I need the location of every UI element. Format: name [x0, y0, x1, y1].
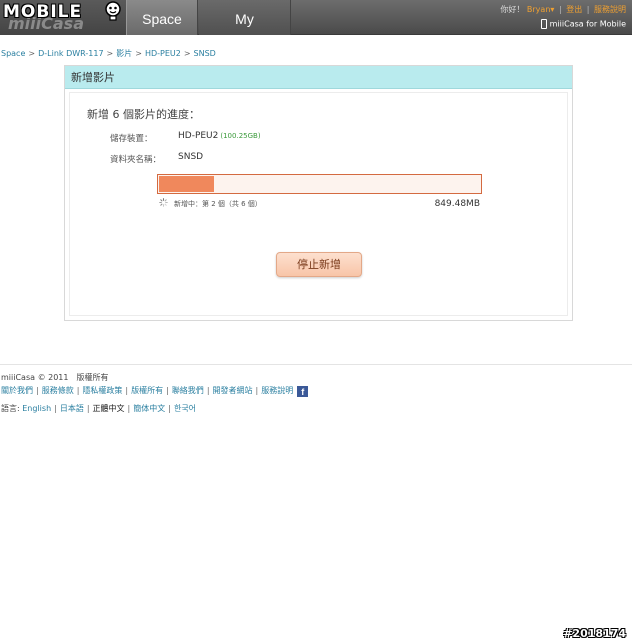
separator: |	[206, 386, 210, 395]
top-navigation-bar: miiiCasa MOBILE Space My Account 你好！ Bry…	[0, 0, 632, 65]
mobile-link[interactable]: miiiCasa for Mobile	[540, 19, 626, 29]
footer-divider	[0, 364, 632, 365]
separator: |	[125, 386, 129, 395]
footer-link-contact[interactable]: 聯絡我們	[172, 386, 204, 395]
footer-links: 關於我們 | 服務條款 | 隱私權政策 | 版權所有 | 聯絡我們 | 開發者網站 | 服務說明 f	[1, 385, 309, 397]
breadcrumb-videos[interactable]: 影片	[116, 49, 132, 58]
separator: |	[86, 404, 90, 413]
help-link[interactable]: 服務說明	[594, 5, 626, 14]
add-videos-panel: 新增影片 新增 6 個影片的進度： 儲存裝置： HD-PEU2 (100.25GB…	[64, 65, 573, 321]
panel-body	[69, 92, 568, 316]
progress-title: 新增 6 個影片的進度：	[87, 108, 200, 121]
folder-label: 資料夾名稱：	[110, 155, 162, 165]
logout-link[interactable]: 登出	[566, 5, 582, 14]
progress-status: 新增中：第 2 個（共 6 個）	[174, 200, 262, 208]
loading-spinner-icon	[159, 198, 168, 207]
caret-down-icon: ▾	[550, 5, 555, 14]
image-id-watermark: #2018174	[563, 627, 626, 640]
breadcrumb-separator: >	[106, 49, 114, 58]
breadcrumb-separator: >	[183, 49, 191, 58]
lang-traditional-chinese: 正體中文	[92, 404, 125, 413]
language-selector: 語言: English | 日本語 | 正體中文 | 簡体中文 | 한국어	[1, 403, 196, 414]
stop-adding-button[interactable]: 停止新增	[276, 252, 362, 277]
phone-icon	[540, 19, 547, 29]
lightbulb-icon	[105, 1, 121, 21]
tab-space[interactable]: Space	[126, 0, 198, 35]
device-label: 儲存裝置：	[110, 134, 153, 144]
progress-size: 849.48MB	[434, 199, 480, 209]
tab-my-account[interactable]: My Account	[199, 0, 291, 65]
separator: |	[36, 386, 39, 395]
user-menu[interactable]: Bryan▾	[527, 5, 555, 14]
footer-link-help[interactable]: 服務說明	[261, 386, 293, 395]
logo-area[interactable]: miiiCasa MOBILE	[0, 0, 126, 35]
separator: |	[166, 386, 169, 395]
breadcrumb-separator: >	[135, 49, 142, 58]
separator: |	[586, 5, 590, 14]
progress-bar-fill	[159, 176, 214, 192]
breadcrumb-space[interactable]: Space	[1, 49, 25, 58]
separator: |	[76, 386, 80, 395]
device-name: HD-PEU2	[178, 131, 219, 141]
breadcrumb-folder[interactable]: SNSD	[194, 49, 216, 58]
folder-value: SNSD	[178, 152, 204, 162]
footer-link-about[interactable]: 關於我們	[1, 386, 33, 395]
copyright: miiiCasa © 2011 版權所有	[1, 373, 109, 382]
device-capacity: (100.25GB)	[220, 132, 261, 140]
lang-japanese[interactable]: 日本語	[60, 404, 84, 413]
footer-link-terms[interactable]: 服務條款	[42, 386, 74, 395]
mobile-link-label: miiiCasa for Mobile	[549, 19, 626, 29]
panel-title: 新增影片	[65, 66, 572, 89]
breadcrumb-separator: >	[28, 49, 36, 58]
footer-link-developers[interactable]: 開發者網站	[213, 386, 253, 395]
tab-my-account-label: My Account	[219, 11, 270, 65]
facebook-icon[interactable]: f	[297, 386, 309, 397]
separator: |	[558, 5, 562, 14]
footer-link-privacy[interactable]: 隱私權政策	[82, 386, 122, 395]
tab-space-label: Space	[142, 11, 182, 27]
breadcrumb: Space > D-Link DWR-117 > 影片 > HD-PEU2 > SNSD	[1, 48, 216, 59]
mobile01-watermark: MOBILE	[3, 2, 83, 22]
username: Bryan	[526, 5, 551, 14]
user-bar: 你好！ Bryan▾ | 登出 | 服務說明	[500, 4, 626, 15]
separator: |	[255, 386, 259, 395]
separator: |	[168, 404, 171, 413]
greeting-text: 你好！	[500, 5, 525, 14]
footer-link-copyright[interactable]: 版權所有	[131, 386, 163, 395]
lang-english[interactable]: English	[22, 404, 51, 413]
lang-korean[interactable]: 한국어	[174, 404, 196, 413]
separator: |	[54, 404, 57, 413]
lang-simplified-chinese[interactable]: 簡体中文	[133, 404, 165, 413]
device-value: HD-PEU2 (100.25GB)	[178, 131, 261, 141]
breadcrumb-device[interactable]: HD-PEU2	[145, 49, 181, 58]
breadcrumb-router[interactable]: D-Link DWR-117	[38, 49, 103, 58]
language-label: 語言:	[1, 404, 20, 413]
progress-bar	[157, 174, 482, 194]
separator: |	[127, 404, 131, 413]
